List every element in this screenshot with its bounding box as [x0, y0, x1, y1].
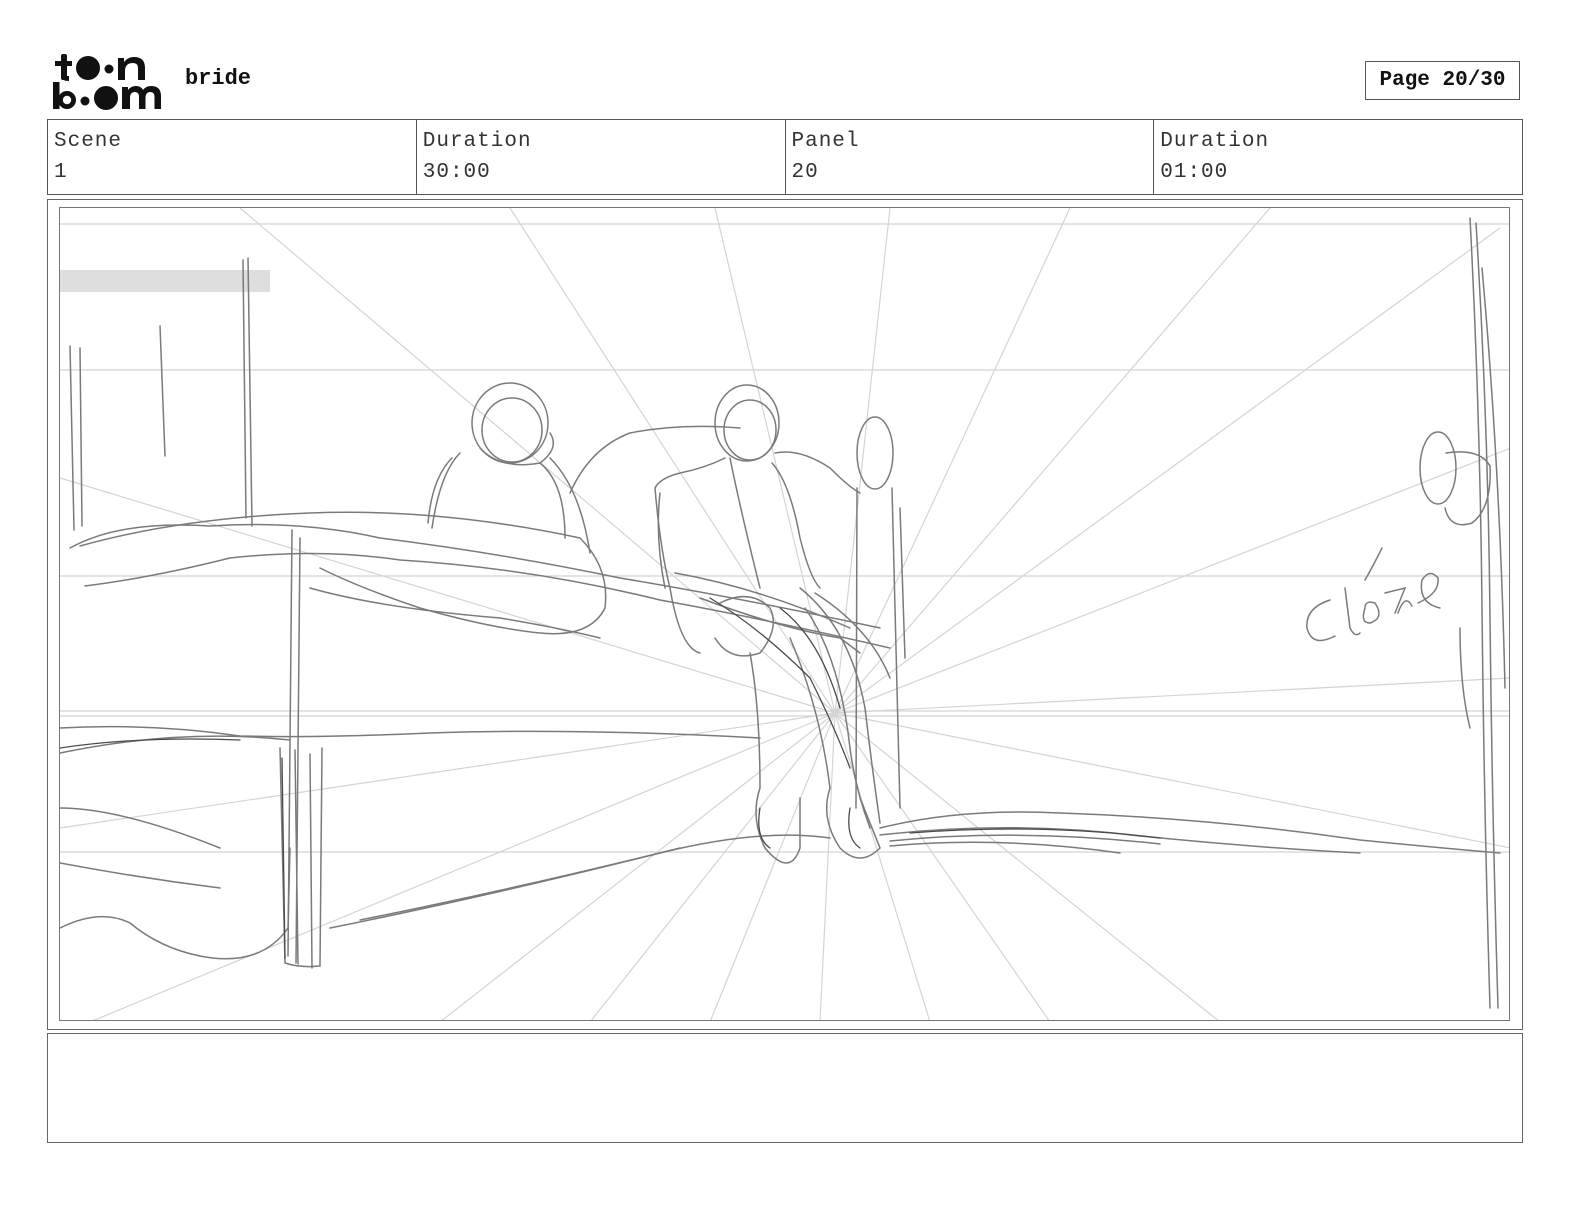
panel-image	[59, 207, 1510, 1021]
scene-cell: Scene 1	[48, 120, 417, 194]
pencil-sketch	[60, 208, 1509, 1020]
scene-label: Scene	[54, 130, 123, 153]
panel-duration-label: Duration	[1160, 130, 1270, 153]
scene-duration-value: 30:00	[422, 161, 491, 184]
perspective-guides	[60, 208, 1509, 1020]
scene-duration-cell: Duration 30:00	[417, 120, 786, 194]
toon-boom-logo	[52, 50, 164, 112]
sketch-strokes	[60, 217, 1506, 1009]
project-name: bride	[185, 66, 252, 91]
page-number-badge: Page 20/30	[1365, 61, 1520, 100]
scene-duration-label: Duration	[422, 130, 532, 153]
panel-info-table: Scene 1 Duration 30:00 Panel 20 Duration…	[47, 119, 1523, 195]
panel-label: Panel	[791, 130, 860, 153]
scene-value: 1	[54, 161, 68, 184]
panel-notes	[47, 1033, 1523, 1143]
panel-value: 20	[791, 161, 819, 184]
panel-cell: Panel 20	[786, 120, 1155, 194]
panel-duration-value: 01:00	[1160, 161, 1229, 184]
toon-boom-logo-icon	[53, 54, 161, 110]
sketch-accents	[60, 597, 1161, 959]
panel-duration-cell: Duration 01:00	[1154, 120, 1522, 194]
